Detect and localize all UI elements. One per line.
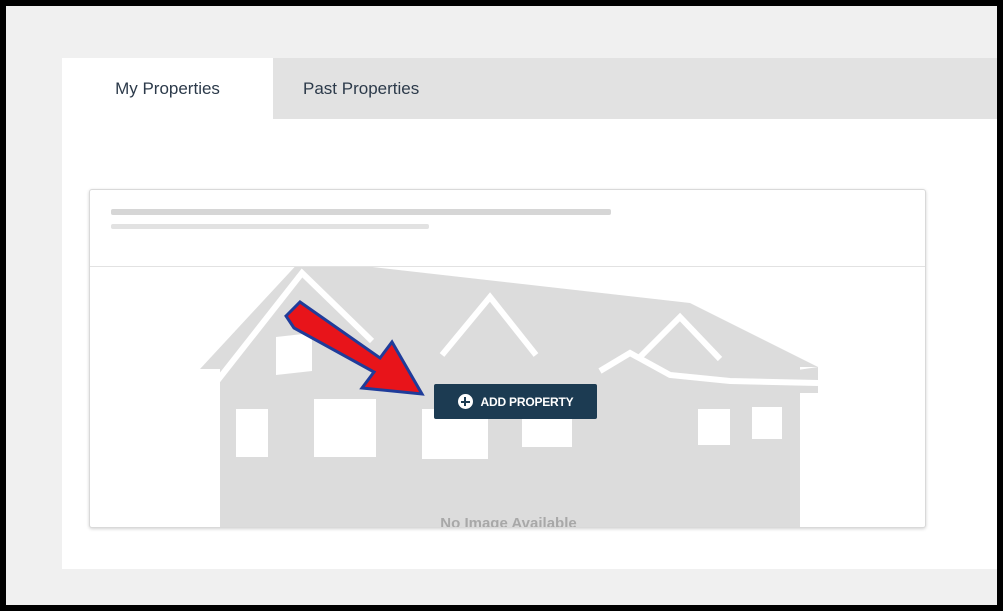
tab-past-properties[interactable]: Past Properties <box>303 58 483 119</box>
card-header <box>90 190 925 267</box>
plus-circle-icon <box>457 394 473 409</box>
skeleton-title-line <box>111 209 611 215</box>
tab-bar: My Properties Past Properties <box>62 58 997 119</box>
property-card: No Image Available <box>89 189 926 528</box>
screenshot-frame: My Properties Past Properties No Image A… <box>6 6 997 605</box>
skeleton-subtitle-line <box>111 224 429 229</box>
add-property-label: ADD PROPERTY <box>480 394 574 409</box>
annotation-arrow-icon <box>284 300 425 396</box>
add-property-button[interactable]: ADD PROPERTY <box>434 384 597 419</box>
no-image-text: No Image Available <box>440 515 577 528</box>
tab-panel: No Image Available ADD PROPERTY <box>62 119 997 569</box>
tab-my-properties[interactable]: My Properties <box>62 58 273 119</box>
